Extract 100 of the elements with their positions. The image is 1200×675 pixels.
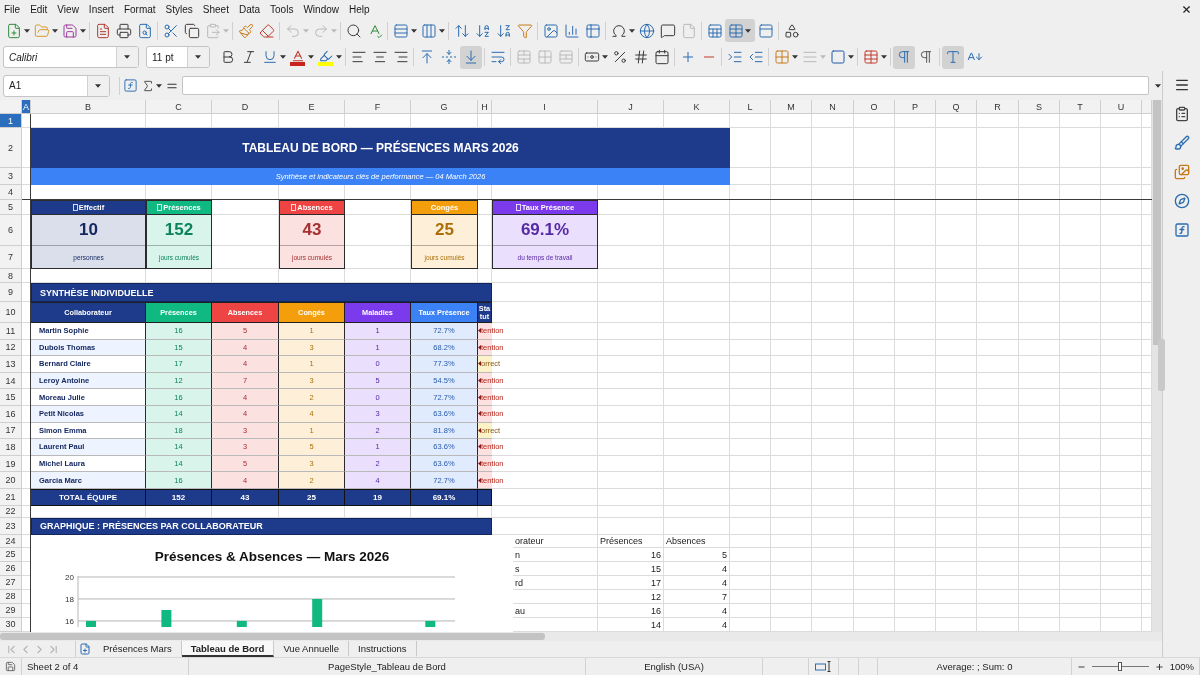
sheet-tab[interactable]: Tableau de Bord <box>181 641 275 657</box>
add-sheet-icon[interactable] <box>79 643 91 655</box>
row-header[interactable]: 4 <box>0 185 22 200</box>
eraser-icon[interactable] <box>258 22 275 39</box>
panel-icon[interactable] <box>757 22 774 39</box>
caret-icon[interactable] <box>52 28 58 33</box>
caret-icon[interactable] <box>195 55 201 59</box>
compass-icon[interactable] <box>1173 193 1190 209</box>
brush-icon[interactable] <box>1173 135 1190 151</box>
align-bottom-button[interactable] <box>460 45 482 69</box>
row-header[interactable]: 20 <box>0 472 22 489</box>
menu-item[interactable]: File <box>4 3 21 15</box>
align-left-icon[interactable] <box>350 49 367 65</box>
table-icon[interactable] <box>584 22 601 39</box>
split-cells-icon[interactable] <box>557 49 574 65</box>
caret-icon[interactable] <box>439 28 445 33</box>
font-name-field[interactable]: Calibri <box>3 46 139 68</box>
column-header[interactable]: I <box>492 100 598 114</box>
outdent-icon[interactable] <box>747 49 764 65</box>
menu-item[interactable]: Styles <box>165 3 193 15</box>
column-header[interactable]: K <box>664 100 730 114</box>
menu-item[interactable]: Window <box>303 3 339 15</box>
font-size-field[interactable]: 11 pt <box>146 46 210 68</box>
column-header[interactable]: D <box>212 100 279 114</box>
left-to-right-button[interactable] <box>893 45 915 69</box>
shapes-icon[interactable] <box>783 22 800 39</box>
caret-icon[interactable] <box>124 55 130 59</box>
save-icon[interactable] <box>5 661 16 672</box>
spreadsheet-icon[interactable] <box>706 22 723 39</box>
menu-item[interactable]: Sheet <box>202 3 229 15</box>
caret-icon[interactable] <box>24 28 30 33</box>
menu-item[interactable]: Tools <box>270 3 294 15</box>
language[interactable]: English (USA) <box>644 661 704 672</box>
sheet-tab[interactable]: Instructions <box>349 641 417 657</box>
column-header[interactable]: L <box>730 100 771 114</box>
align-right-icon[interactable] <box>392 49 409 65</box>
slider-thumb[interactable] <box>1118 662 1123 671</box>
horizontal-scrollbar[interactable] <box>0 632 1162 641</box>
caret-icon[interactable] <box>95 83 101 88</box>
row-header[interactable]: 3 <box>0 168 22 185</box>
caret-icon[interactable] <box>411 28 417 33</box>
selection-mode-icon[interactable] <box>814 661 833 672</box>
dropdown-button[interactable] <box>116 47 138 67</box>
column-header[interactable]: P <box>895 100 936 114</box>
sort-ascending-icon[interactable] <box>474 22 491 39</box>
align-center-icon[interactable] <box>371 49 388 65</box>
menu-item[interactable]: Data <box>238 3 261 15</box>
printer-icon[interactable] <box>115 22 132 39</box>
row-header[interactable]: 5 <box>0 200 22 215</box>
column-header[interactable]: M <box>771 100 812 114</box>
row-header[interactable]: 10 <box>0 302 22 323</box>
sort-icon[interactable] <box>453 22 470 39</box>
caret-icon[interactable] <box>280 55 286 59</box>
scissors-icon[interactable] <box>162 22 179 39</box>
caret-icon[interactable] <box>848 55 854 59</box>
document-icon[interactable] <box>94 22 111 39</box>
vertical-scrollbar[interactable] <box>1152 100 1162 632</box>
globe-icon[interactable] <box>638 22 655 39</box>
name-box[interactable]: A1 <box>3 74 110 97</box>
function-icon[interactable] <box>1173 222 1190 238</box>
column-header[interactable]: C <box>146 100 212 114</box>
paintbrush-icon[interactable] <box>237 22 254 39</box>
formula-input[interactable] <box>182 76 1149 95</box>
wrap-text-icon[interactable] <box>489 49 506 65</box>
menu-item[interactable]: View <box>57 3 79 15</box>
row-header[interactable]: 9 <box>0 283 22 302</box>
copy-icon[interactable] <box>183 22 200 39</box>
banknote-icon[interactable] <box>583 49 600 65</box>
sheet-tab[interactable]: Présences Mars <box>94 641 182 657</box>
column-header[interactable]: R <box>977 100 1019 114</box>
file-search-icon[interactable] <box>136 22 153 39</box>
caret-icon[interactable] <box>336 55 342 59</box>
scrollbar-thumb[interactable] <box>1153 100 1161 345</box>
horizontal-text-button[interactable] <box>942 45 964 69</box>
bar-chart-icon[interactable] <box>563 22 580 39</box>
image-icon[interactable] <box>542 22 559 39</box>
menu-item[interactable]: Insert <box>88 3 114 15</box>
comment-icon[interactable] <box>659 22 676 39</box>
zoom-slider[interactable] <box>1092 662 1149 671</box>
indent-icon[interactable] <box>726 49 743 65</box>
close-icon[interactable] <box>1181 3 1192 15</box>
row-header[interactable]: 18 <box>0 439 22 456</box>
column-header[interactable]: B <box>31 100 146 114</box>
row-header[interactable]: 6 <box>0 215 22 246</box>
search-icon[interactable] <box>345 22 362 39</box>
column-header[interactable]: S <box>1019 100 1060 114</box>
column-header[interactable]: Q <box>936 100 977 114</box>
function-icon[interactable] <box>123 78 138 93</box>
row-header[interactable]: 2 <box>0 128 22 168</box>
caret-icon[interactable] <box>156 83 162 88</box>
menu-icon[interactable] <box>1173 77 1190 93</box>
omega-icon[interactable] <box>610 22 627 39</box>
merge-cells-icon[interactable] <box>515 49 532 65</box>
caret-icon[interactable] <box>792 55 798 59</box>
column-header[interactable]: T <box>1060 100 1101 114</box>
row-header[interactable]: 11 <box>0 323 22 340</box>
row-header[interactable]: 7 <box>0 246 22 269</box>
calendar-icon[interactable] <box>653 49 670 65</box>
caret-icon[interactable] <box>881 55 887 59</box>
dropdown-button[interactable] <box>187 47 209 67</box>
